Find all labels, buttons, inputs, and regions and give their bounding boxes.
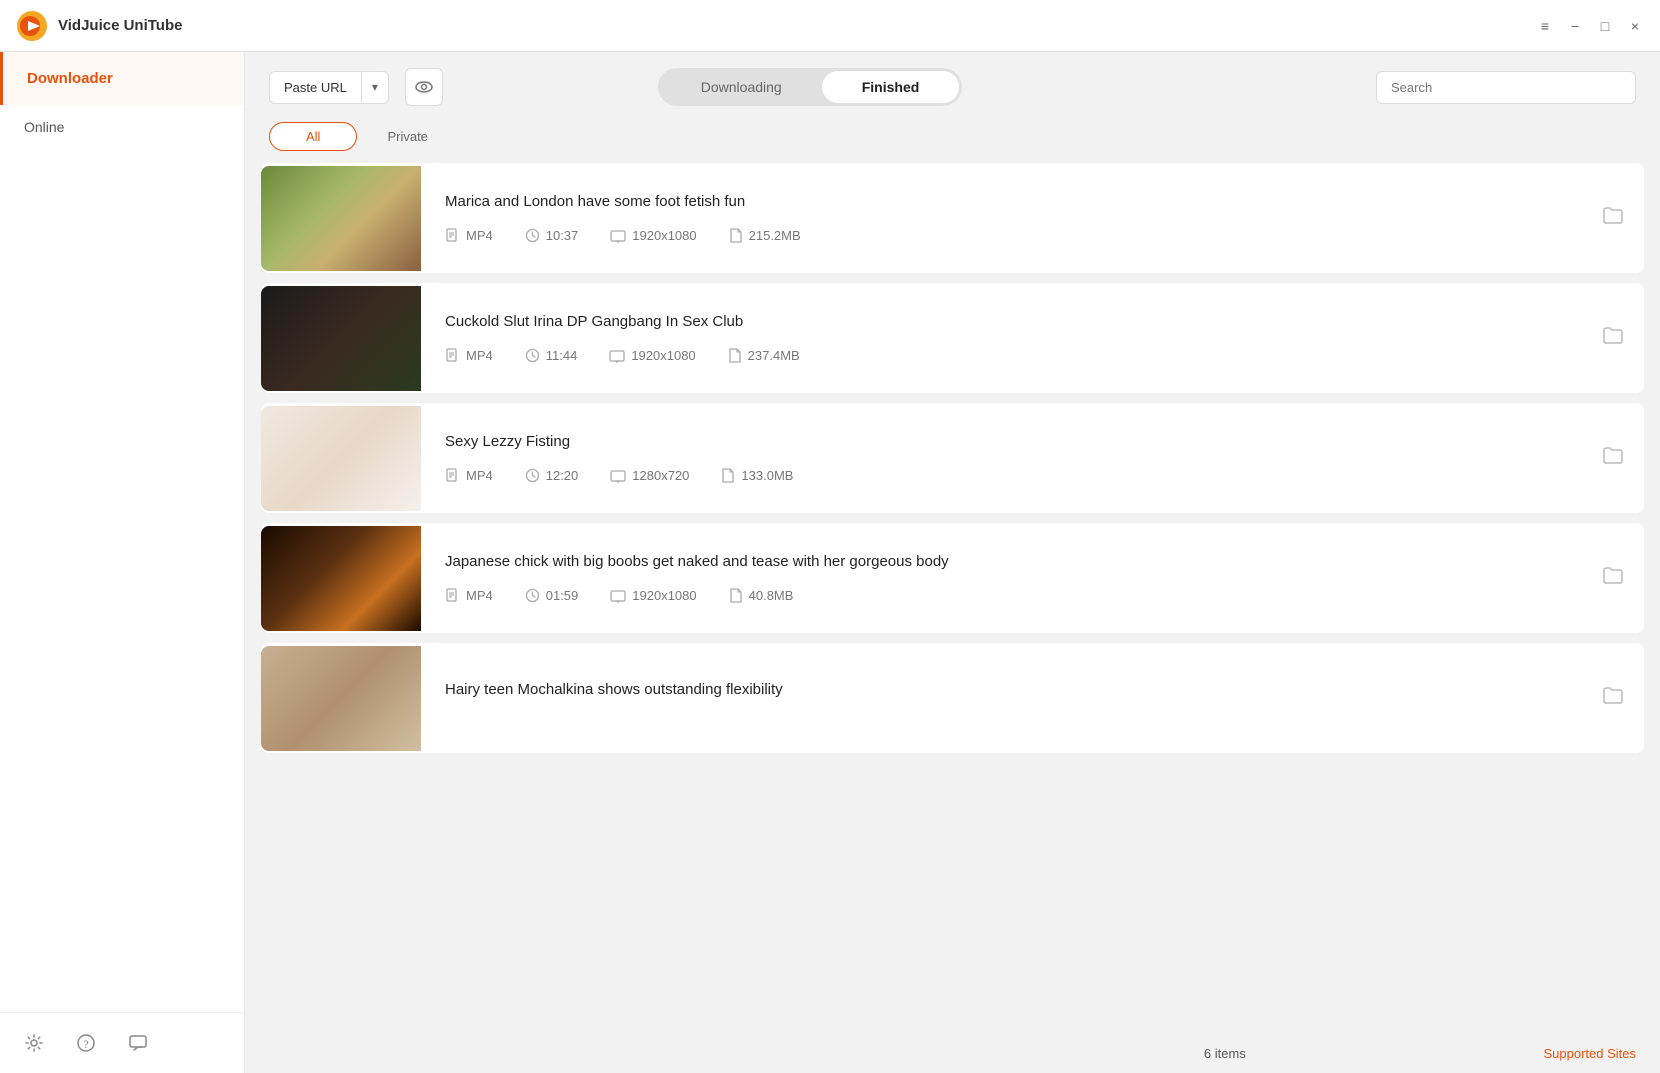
download-item-1: Marica and London have some foot fetish …: [261, 163, 1644, 273]
item-title: Sexy Lezzy Fisting: [445, 433, 1578, 450]
menu-button[interactable]: ≡: [1536, 17, 1554, 35]
item-info: Sexy Lezzy Fisting MP4 12:20: [445, 417, 1578, 499]
resolution-meta: 1920x1080: [610, 588, 696, 603]
content-footer: 6 items Supported Sites: [245, 1034, 1660, 1073]
open-folder-button[interactable]: [1602, 684, 1624, 712]
filter-all-button[interactable]: All: [269, 122, 357, 151]
download-list: Marica and London have some foot fetish …: [245, 163, 1660, 1034]
duration-meta: 01:59: [525, 588, 579, 603]
size-meta: 215.2MB: [729, 228, 801, 243]
search-input[interactable]: [1376, 71, 1636, 104]
item-meta: MP4 10:37 1920x1080: [445, 228, 1578, 243]
size-meta: 40.8MB: [729, 588, 794, 603]
item-thumbnail: [261, 166, 421, 271]
item-meta: MP4 11:44 1920x1080: [445, 348, 1578, 363]
item-thumbnail: [261, 406, 421, 511]
toolbar: Paste URL ▾ Downloading Finished: [245, 52, 1660, 122]
svg-text:?: ?: [83, 1037, 88, 1051]
items-count: 6 items: [906, 1046, 1543, 1061]
open-folder-button[interactable]: [1602, 204, 1624, 232]
open-folder-button[interactable]: [1602, 444, 1624, 472]
paste-url-label: Paste URL: [270, 72, 361, 103]
size-meta: 237.4MB: [728, 348, 800, 363]
sidebar-nav: Downloader Online: [0, 52, 244, 1012]
sidebar: Downloader Online ?: [0, 52, 245, 1073]
window-controls: ≡ − □ ×: [1536, 17, 1644, 35]
clipboard-button[interactable]: [405, 68, 443, 106]
item-title: Japanese chick with big boobs get naked …: [445, 553, 1578, 570]
maximize-button[interactable]: □: [1596, 17, 1614, 35]
item-info: Hairy teen Mochalkina shows outstanding …: [445, 665, 1578, 732]
resolution-meta: 1920x1080: [610, 228, 696, 243]
main-layout: Downloader Online ?: [0, 52, 1660, 1073]
format-meta: MP4: [445, 468, 493, 483]
tab-downloading[interactable]: Downloading: [661, 71, 822, 103]
title-bar: VidJuice UniTube ≡ − □ ×: [0, 0, 1660, 52]
item-meta: MP4 12:20 1280x720: [445, 468, 1578, 483]
filter-bar: All Private: [245, 122, 1660, 163]
item-title: Hairy teen Mochalkina shows outstanding …: [445, 681, 1578, 698]
download-item-5: Hairy teen Mochalkina shows outstanding …: [261, 643, 1644, 753]
close-button[interactable]: ×: [1626, 17, 1644, 35]
duration-meta: 12:20: [525, 468, 579, 483]
filter-private-button[interactable]: Private: [357, 123, 457, 150]
item-title: Marica and London have some foot fetish …: [445, 193, 1578, 210]
item-info: Japanese chick with big boobs get naked …: [445, 537, 1578, 619]
sidebar-item-online[interactable]: Online: [0, 105, 244, 149]
size-meta: 133.0MB: [721, 468, 793, 483]
download-item-3: Sexy Lezzy Fisting MP4 12:20: [261, 403, 1644, 513]
resolution-meta: 1920x1080: [609, 348, 695, 363]
open-folder-button[interactable]: [1602, 324, 1624, 352]
duration-meta: 10:37: [525, 228, 579, 243]
help-icon[interactable]: ?: [72, 1029, 100, 1057]
item-thumbnail: [261, 526, 421, 631]
sidebar-footer: ?: [0, 1012, 244, 1073]
settings-icon[interactable]: [20, 1029, 48, 1057]
chat-icon[interactable]: [124, 1029, 152, 1057]
minimize-button[interactable]: −: [1566, 17, 1584, 35]
supported-sites-link[interactable]: Supported Sites: [1544, 1046, 1637, 1061]
download-item-4: Japanese chick with big boobs get naked …: [261, 523, 1644, 633]
app-logo: [16, 10, 48, 42]
app-title: VidJuice UniTube: [58, 17, 1536, 34]
download-item-2: Cuckold Slut Irina DP Gangbang In Sex Cl…: [261, 283, 1644, 393]
format-meta: MP4: [445, 228, 493, 243]
item-meta: MP4 01:59 1920x1080: [445, 588, 1578, 603]
sidebar-item-downloader[interactable]: Downloader: [0, 52, 244, 105]
resolution-meta: 1280x720: [610, 468, 689, 483]
item-thumbnail: [261, 286, 421, 391]
paste-url-dropdown-arrow[interactable]: ▾: [361, 72, 388, 102]
tab-group: Downloading Finished: [658, 68, 963, 106]
format-meta: MP4: [445, 348, 493, 363]
item-title: Cuckold Slut Irina DP Gangbang In Sex Cl…: [445, 313, 1578, 330]
tab-finished[interactable]: Finished: [822, 71, 960, 103]
duration-meta: 11:44: [525, 348, 578, 363]
item-info: Marica and London have some foot fetish …: [445, 177, 1578, 259]
open-folder-button[interactable]: [1602, 564, 1624, 592]
format-meta: MP4: [445, 588, 493, 603]
item-info: Cuckold Slut Irina DP Gangbang In Sex Cl…: [445, 297, 1578, 379]
paste-url-button[interactable]: Paste URL ▾: [269, 71, 389, 104]
item-thumbnail: [261, 646, 421, 751]
content-area: Paste URL ▾ Downloading Finished All Pri…: [245, 52, 1660, 1073]
